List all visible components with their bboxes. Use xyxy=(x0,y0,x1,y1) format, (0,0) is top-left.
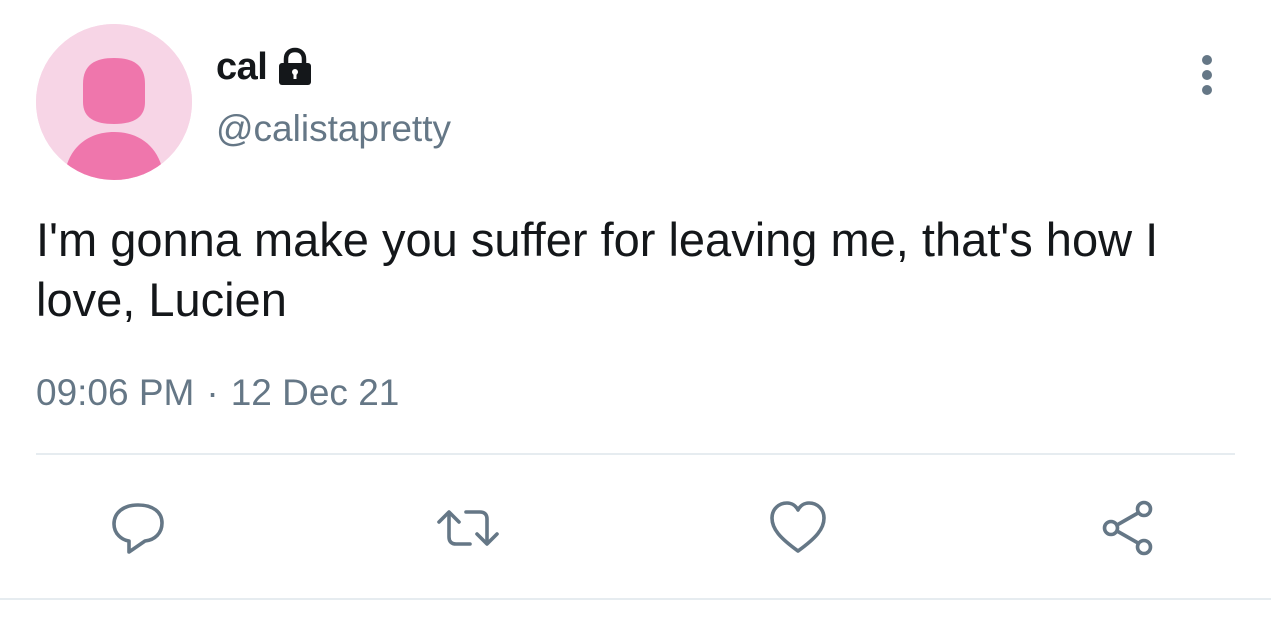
share-icon xyxy=(1102,500,1153,556)
lock-icon xyxy=(275,47,315,87)
default-profile-icon xyxy=(36,24,192,180)
display-name-row: cal xyxy=(216,40,315,94)
retweet-icon xyxy=(437,510,499,546)
like-button[interactable] xyxy=(766,496,830,560)
heart-icon xyxy=(770,501,826,553)
bottom-divider xyxy=(0,598,1271,600)
tweet-date[interactable]: 12 Dec 21 xyxy=(231,372,400,413)
reply-button[interactable] xyxy=(106,496,170,560)
display-name[interactable]: cal xyxy=(216,46,268,89)
share-button[interactable] xyxy=(1096,496,1160,560)
reply-icon xyxy=(112,503,164,554)
more-options-button[interactable] xyxy=(1190,52,1224,98)
avatar[interactable] xyxy=(36,24,192,180)
tweet-card: cal @calistapretty I'm gonna make you su… xyxy=(0,0,1271,618)
tweet-meta: 09:06 PM · 12 Dec 21 xyxy=(36,372,399,414)
tweet-time[interactable]: 09:06 PM xyxy=(36,372,194,413)
more-vertical-icon xyxy=(1202,55,1212,95)
retweet-button[interactable] xyxy=(436,496,500,560)
user-handle[interactable]: @calistapretty xyxy=(216,108,451,150)
divider xyxy=(36,453,1235,455)
meta-separator: · xyxy=(206,372,219,413)
tweet-text: I'm gonna make you suffer for leaving me… xyxy=(36,213,1159,326)
